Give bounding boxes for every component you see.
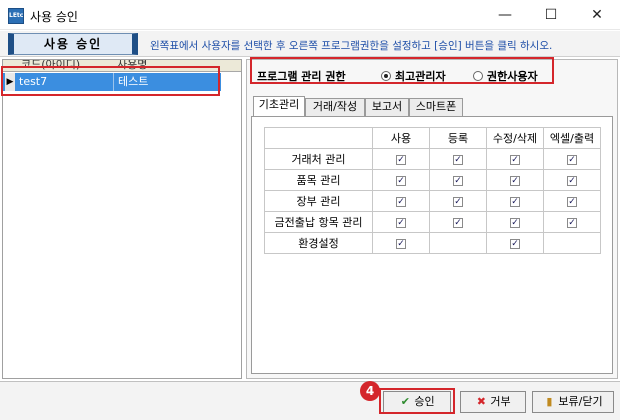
permission-table: 사용 등록 수정/삭제 엑셀/출력 거래처 관리 ✓ ✓ ✓ ✓ 품목 관리 ✓… xyxy=(264,127,601,254)
maximize-icon[interactable]: ☐ xyxy=(528,0,574,30)
step-badge: 4 xyxy=(360,381,380,401)
checkbox[interactable]: ✓ xyxy=(453,154,463,165)
table-row: 환경설정 ✓ ✓ xyxy=(264,232,601,254)
column-header-edit-delete: 수정/삭제 xyxy=(486,127,544,149)
checkbox[interactable]: ✓ xyxy=(396,217,406,228)
checkbox[interactable]: ✓ xyxy=(510,154,520,165)
highlight-user-row xyxy=(1,66,220,96)
row-label: 장부 관리 xyxy=(264,190,373,212)
table-row: 거래처 관리 ✓ ✓ ✓ ✓ xyxy=(264,148,601,170)
checkbox[interactable]: ✓ xyxy=(510,196,520,207)
checkbox[interactable]: ✓ xyxy=(396,196,406,207)
checkbox[interactable]: ✓ xyxy=(567,154,577,165)
column-header-register: 등록 xyxy=(429,127,487,149)
checkbox[interactable]: ✓ xyxy=(567,175,577,186)
title-bar: LEtc 사용 승인 — ☐ ✕ xyxy=(0,0,620,30)
hold-close-label: 보류/닫기 xyxy=(558,395,603,408)
user-grid: 코드(아이디) 사용명 ▶ test7 테스트 xyxy=(2,59,242,379)
checkbox[interactable]: ✓ xyxy=(396,154,406,165)
permission-panel: 프로그램 관리 권한 최고관리자 권한사용자 기초관리 거래/작성 보고서 스마… xyxy=(246,59,618,379)
row-label: 품목 관리 xyxy=(264,169,373,191)
checkbox[interactable]: ✓ xyxy=(453,196,463,207)
window-title: 사용 승인 xyxy=(30,10,78,24)
tab-basic-management[interactable]: 기초관리 xyxy=(253,96,305,116)
checkbox[interactable]: ✓ xyxy=(453,175,463,186)
tab-transactions[interactable]: 거래/작성 xyxy=(305,98,365,116)
x-icon: ✖ xyxy=(476,395,486,408)
row-label: 환경설정 xyxy=(264,232,373,254)
instruction-text: 왼쪽표에서 사용자를 선택한 후 오른쪽 프로그램권한을 설정하고 [승인] 버… xyxy=(150,40,553,52)
hold-close-button[interactable]: ▮ 보류/닫기 xyxy=(532,391,614,413)
close-icon[interactable]: ✕ xyxy=(574,0,620,30)
folder-icon: ▮ xyxy=(546,395,553,408)
column-header-use: 사용 xyxy=(372,127,430,149)
page-title-button[interactable]: 사용 승인 xyxy=(8,33,138,55)
app-icon: LEtc xyxy=(8,8,24,24)
row-label: 금전출납 항목 관리 xyxy=(264,211,373,233)
reject-button[interactable]: ✖ 거부 xyxy=(460,391,526,413)
empty-cell xyxy=(543,232,601,254)
highlight-authority xyxy=(250,57,554,84)
table-corner xyxy=(264,127,373,149)
header-bar: 사용 승인 왼쪽표에서 사용자를 선택한 후 오른쪽 프로그램권한을 설정하고 … xyxy=(0,31,620,57)
minimize-icon[interactable]: — xyxy=(482,0,528,30)
tab-reports[interactable]: 보고서 xyxy=(365,98,409,116)
checkbox[interactable]: ✓ xyxy=(510,217,520,228)
tab-smartphone[interactable]: 스마트폰 xyxy=(409,98,463,116)
checkbox[interactable]: ✓ xyxy=(453,217,463,228)
checkbox[interactable]: ✓ xyxy=(567,217,577,228)
checkbox[interactable]: ✓ xyxy=(510,175,520,186)
table-row: 금전출납 항목 관리 ✓ ✓ ✓ ✓ xyxy=(264,211,601,233)
row-label: 거래처 관리 xyxy=(264,148,373,170)
table-row: 품목 관리 ✓ ✓ ✓ ✓ xyxy=(264,169,601,191)
checkbox[interactable]: ✓ xyxy=(567,196,577,207)
table-row: 장부 관리 ✓ ✓ ✓ ✓ xyxy=(264,190,601,212)
footer-bar: ✔ 승인 ✖ 거부 ▮ 보류/닫기 xyxy=(0,381,620,420)
column-header-excel-print: 엑셀/출력 xyxy=(543,127,601,149)
checkbox[interactable]: ✓ xyxy=(396,238,406,249)
empty-cell xyxy=(429,232,487,254)
tab-content: 사용 등록 수정/삭제 엑셀/출력 거래처 관리 ✓ ✓ ✓ ✓ 품목 관리 ✓… xyxy=(251,116,613,374)
highlight-approve-button xyxy=(379,388,455,414)
checkbox[interactable]: ✓ xyxy=(396,175,406,186)
reject-label: 거부 xyxy=(490,395,511,408)
checkbox[interactable]: ✓ xyxy=(510,238,520,249)
